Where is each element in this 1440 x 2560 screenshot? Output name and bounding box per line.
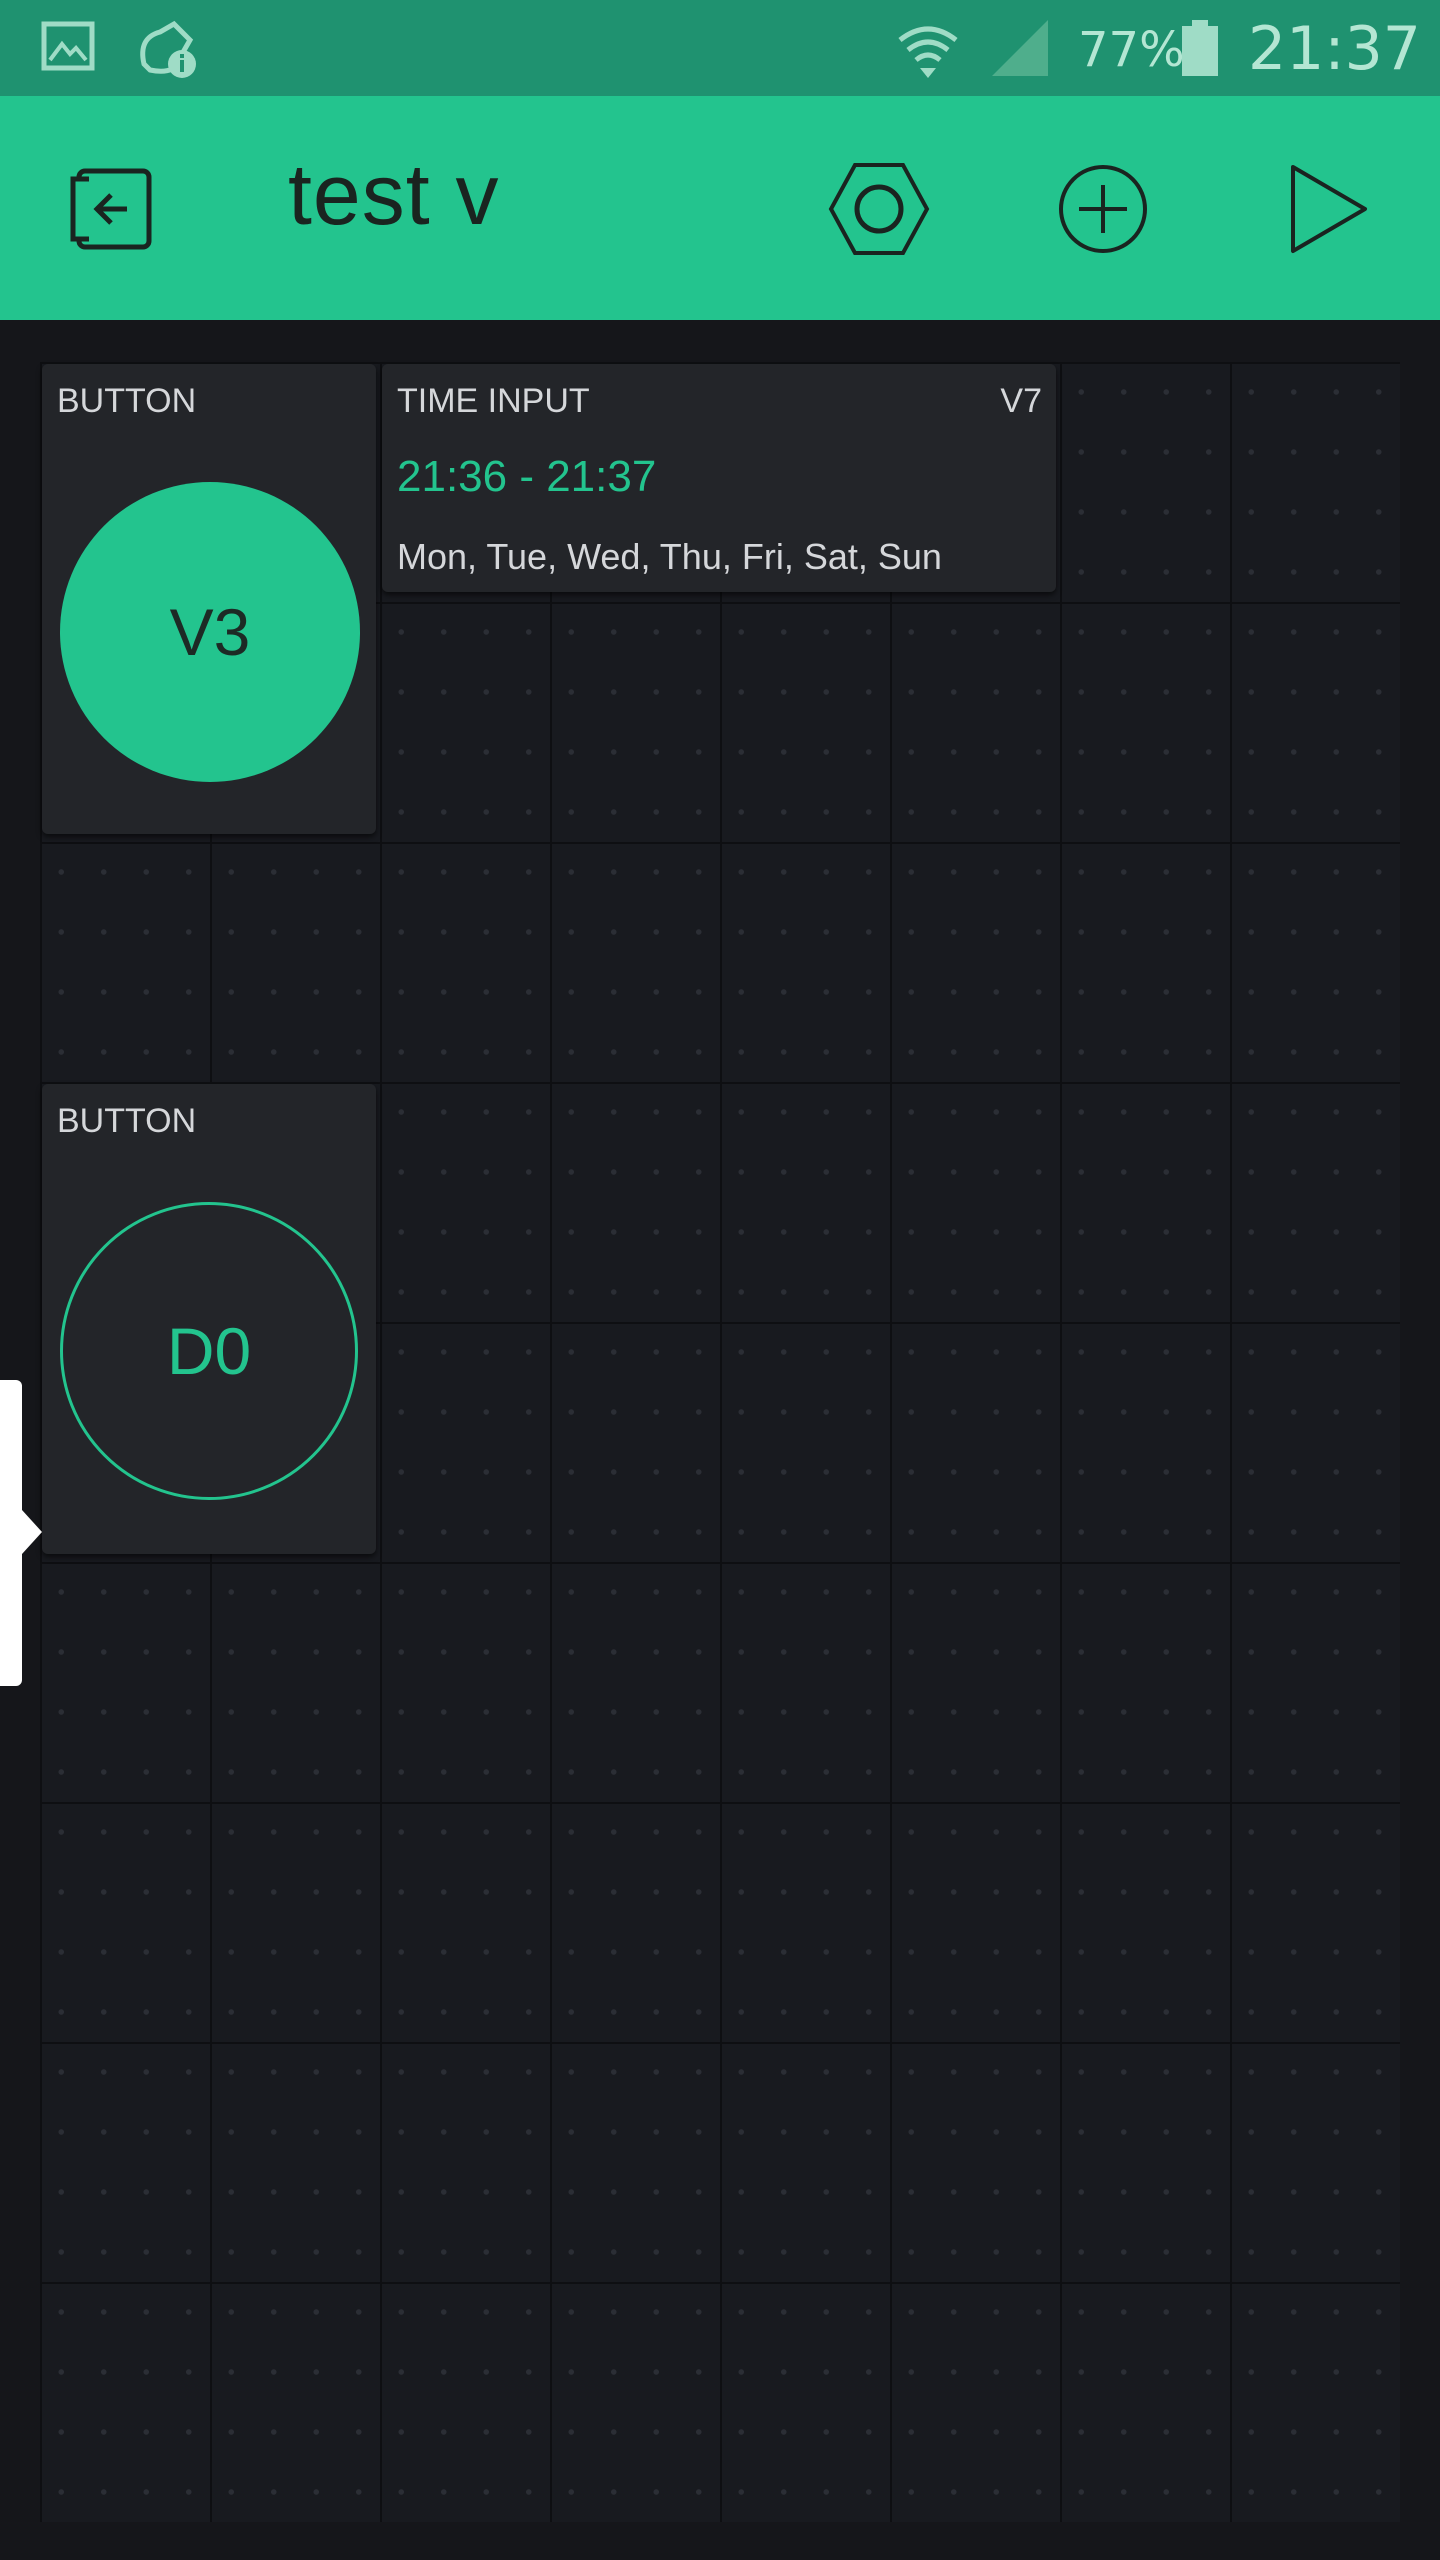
add-widget-icon [1059,165,1147,253]
signal-icon [990,18,1050,82]
v3-button[interactable]: V3 [60,482,360,782]
widget-label: BUTTON [57,382,197,420]
d0-button[interactable]: D0 [60,1202,358,1500]
gallery-icon [40,18,96,78]
time-range[interactable]: 21:36 - 21:37 [397,452,656,502]
button-widget-v3[interactable]: BUTTON V3 [42,364,376,834]
add-widget-button[interactable] [1048,154,1158,264]
pin-label: V3 [169,595,251,669]
status-bar: 77% 21:37 [0,0,1440,96]
side-drawer-handle[interactable] [0,1380,42,1686]
widget-label: TIME INPUT [397,382,590,420]
settings-hexagon-icon [828,163,930,255]
wifi-icon [896,18,960,86]
battery-percent: 77% [1078,22,1185,78]
button-widget-d0[interactable]: BUTTON D0 [42,1084,376,1554]
status-time: 21:37 [1248,14,1421,84]
time-input-widget[interactable]: TIME INPUT V7 21:36 - 21:37 Mon, Tue, We… [382,364,1056,592]
pin-label: V7 [1000,382,1042,420]
exit-project-icon [69,168,152,250]
battery-icon [1178,18,1222,82]
project-title[interactable]: test v [288,146,500,245]
play-icon [1291,165,1367,253]
exit-project-button[interactable] [56,154,166,264]
pin-label: D0 [166,1314,252,1388]
widget-label: BUTTON [57,1102,197,1140]
play-button[interactable] [1272,154,1382,264]
settings-button[interactable] [824,154,934,264]
time-days: Mon, Tue, Wed, Thu, Fri, Sat, Sun [397,536,942,577]
notification-icon [130,18,206,86]
app-bar: test v [0,96,1440,320]
chevron-right-icon [22,1510,42,1554]
